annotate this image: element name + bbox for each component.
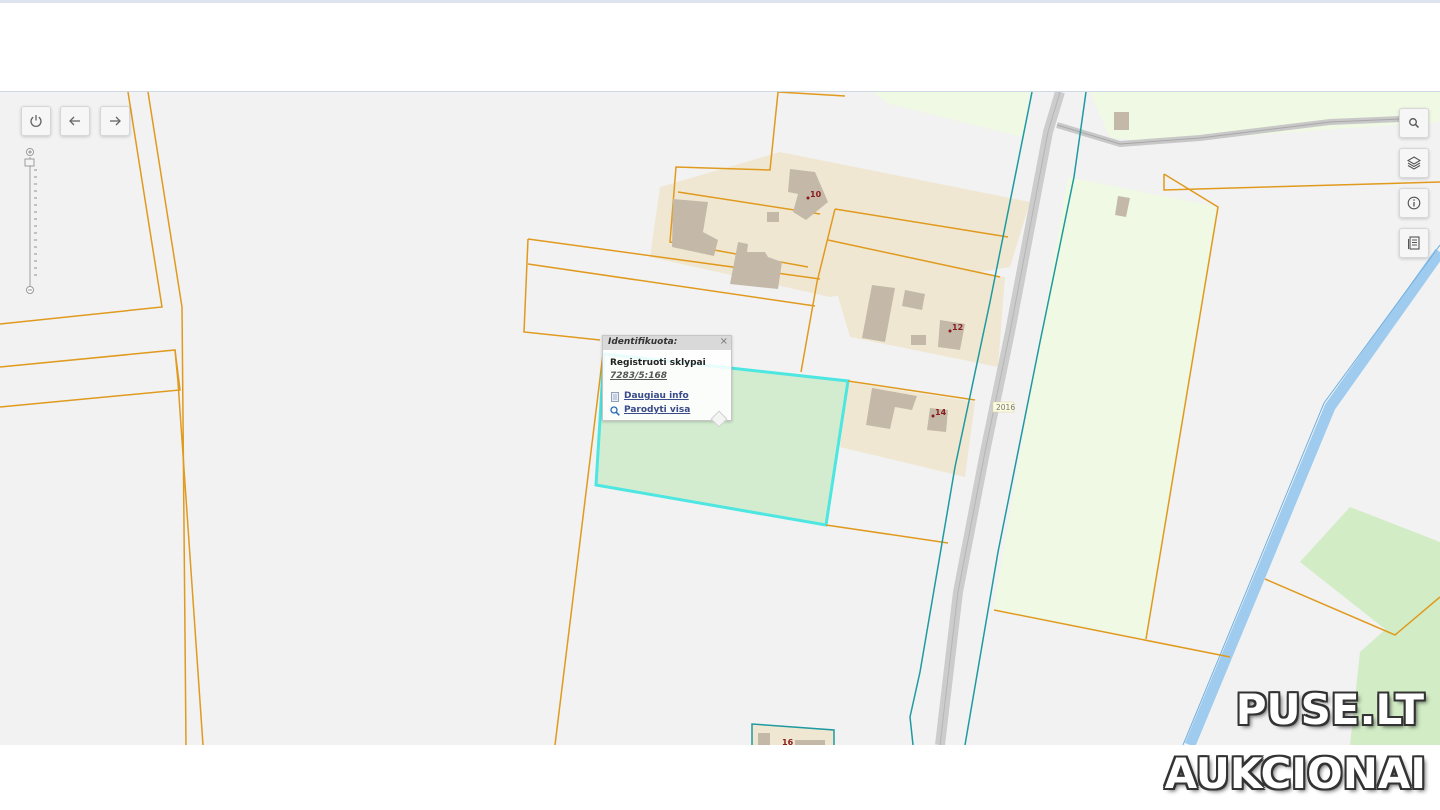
house-number-16: 16	[782, 738, 794, 745]
show-all-link[interactable]: Parodyti visa	[624, 405, 690, 415]
popup-close-button[interactable]: ×	[720, 336, 728, 347]
search-icon	[1409, 118, 1420, 129]
map-view[interactable]: 10 12 14 16 2016 Identifikuota: × Regist…	[0, 91, 1440, 745]
popup-layer-name: Registruoti sklypai	[610, 358, 706, 368]
legend-button[interactable]	[1399, 228, 1429, 258]
zoom-handle	[24, 158, 35, 167]
popup-header: Identifikuota: ×	[603, 336, 731, 350]
arrow-left-icon	[69, 116, 80, 126]
back-button[interactable]	[60, 106, 90, 136]
road-number: 2016	[996, 403, 1015, 412]
more-info-link[interactable]: Daugiau info	[624, 391, 689, 401]
top-border	[0, 0, 1440, 3]
watermark-aukcionai: AUKCIONAI	[1164, 749, 1426, 798]
watermark-puse: PUSE.LT	[1235, 685, 1424, 734]
layers-icon	[1407, 156, 1421, 170]
house-number-12: 12	[952, 323, 963, 332]
popup-title: Identifikuota:	[608, 337, 678, 347]
power-icon	[30, 115, 42, 127]
info-button[interactable]	[1399, 188, 1429, 218]
power-button[interactable]	[21, 106, 51, 136]
forward-button[interactable]	[100, 106, 130, 136]
search-button[interactable]	[1399, 108, 1429, 138]
document-icon	[611, 392, 619, 402]
field-area-top	[872, 92, 1030, 137]
magnifier-icon	[610, 406, 620, 416]
house-number-10: 10	[810, 190, 822, 199]
info-icon	[1407, 196, 1421, 210]
zoom-slider[interactable]	[24, 148, 38, 294]
identify-popup: Identifikuota: × Registruoti sklypai 728…	[602, 335, 732, 428]
layers-button[interactable]	[1399, 148, 1429, 178]
popup-parcel-id[interactable]: 7283/5:168	[610, 371, 667, 381]
arrow-right-icon	[110, 116, 121, 126]
house-number-14: 14	[935, 408, 947, 417]
document-list-icon	[1408, 236, 1420, 250]
